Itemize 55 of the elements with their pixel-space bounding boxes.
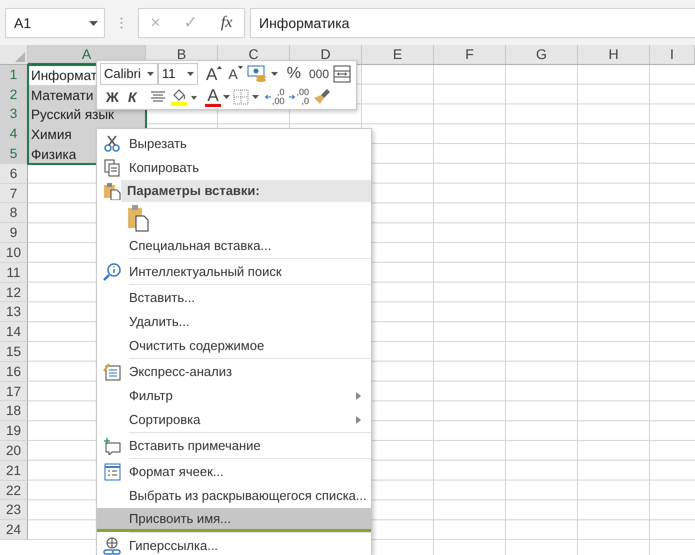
thousands-separator-button[interactable]: 000: [306, 63, 331, 85]
row-header[interactable]: 10: [0, 242, 28, 263]
column-header[interactable]: F: [434, 45, 506, 65]
increase-decimal-button[interactable]: ,0 ,00: [262, 86, 287, 108]
row-header[interactable]: 21: [0, 460, 28, 481]
name-box[interactable]: A1: [5, 8, 105, 38]
menu-section-header: Параметры вставки:: [121, 180, 371, 202]
menu-item[interactable]: Очистить содержимое: [97, 334, 371, 358]
shrink-font-button[interactable]: A: [226, 63, 245, 85]
row-header[interactable]: 6: [0, 164, 28, 184]
column-header[interactable]: G: [506, 45, 578, 65]
menu-item[interactable]: Формат ячеек...: [97, 460, 371, 484]
insert-function-button[interactable]: fx: [220, 11, 232, 35]
row-header[interactable]: 5: [0, 144, 28, 164]
decrease-decimal-button[interactable]: ,00 ,0: [286, 86, 312, 108]
row-header[interactable]: 17: [0, 382, 28, 402]
menu-item[interactable]: Присвоить имя...: [97, 508, 371, 532]
menu-item[interactable]: Выбрать из раскрывающегося списка...: [97, 484, 371, 508]
row-header[interactable]: 12: [0, 282, 28, 302]
row-header[interactable]: 19: [0, 421, 28, 441]
menu-item[interactable]: Специальная вставка...: [97, 234, 371, 258]
menu-item[interactable]: Экспресс-анализ: [97, 360, 371, 384]
menu-item[interactable]: Интеллектуальный поиск: [97, 260, 371, 284]
row-header[interactable]: 1: [0, 64, 28, 85]
column-header[interactable]: I: [650, 45, 695, 65]
row-header[interactable]: 18: [0, 401, 28, 422]
menu-item[interactable]: Гиперссылка...: [97, 534, 371, 555]
row-header[interactable]: 2: [0, 84, 28, 104]
row-header[interactable]: 20: [0, 440, 28, 461]
menu-item[interactable]: Вставить...: [97, 286, 371, 310]
row-header[interactable]: 16: [0, 362, 28, 382]
row-header[interactable]: 23: [0, 500, 28, 520]
formula-field[interactable]: Информатика: [250, 8, 695, 38]
menu-item[interactable]: Сортировка: [97, 408, 371, 432]
row-header[interactable]: 7: [0, 184, 28, 204]
row-header[interactable]: 15: [0, 342, 28, 362]
font-color-button[interactable]: A: [203, 86, 223, 108]
menu-item[interactable]: Удалить...: [97, 310, 371, 334]
grow-font-button[interactable]: A: [204, 63, 224, 85]
row-header[interactable]: 4: [0, 124, 28, 144]
row-header[interactable]: 8: [0, 203, 28, 224]
row-header[interactable]: 24: [0, 520, 28, 540]
row-header[interactable]: 22: [0, 480, 28, 500]
font-size-dropdown[interactable]: 11: [158, 63, 198, 85]
menu-item[interactable]: Вставить примечание: [97, 434, 371, 458]
percent-button[interactable]: %: [284, 63, 303, 85]
row-header[interactable]: 14: [0, 322, 28, 342]
menu-item[interactable]: Фильтр: [97, 384, 371, 408]
column-header[interactable]: E: [362, 45, 434, 65]
font-name-dropdown[interactable]: Calibri: [100, 63, 158, 85]
column-header[interactable]: H: [578, 45, 650, 65]
row-header[interactable]: 9: [0, 223, 28, 243]
row-header[interactable]: 11: [0, 262, 28, 283]
row-header[interactable]: 3: [0, 104, 28, 124]
row-header[interactable]: 13: [0, 302, 28, 322]
